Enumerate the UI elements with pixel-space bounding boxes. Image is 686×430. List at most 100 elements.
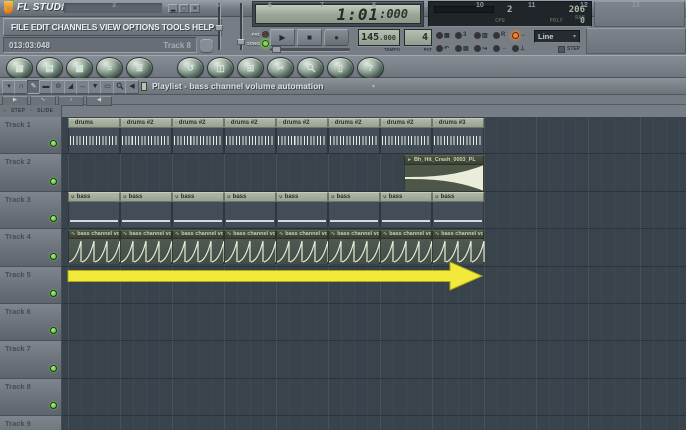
track-header-3[interactable]: Track 3 [0,191,62,230]
close-button[interactable]: ✕ [190,4,200,13]
pattern-clip-drums[interactable]: ▫ drums #2 [224,117,276,153]
step-sequencer-button[interactable]: ▤ [36,57,63,79]
browser-button[interactable]: ≣ [126,57,153,79]
shuffle-toggle[interactable]: ↝ [474,42,493,54]
countdown-toggle[interactable]: 3 [455,29,474,41]
track-header-4[interactable]: Track 4 [0,229,62,267]
follow-playback-toggle[interactable]: → [493,42,512,54]
track-led[interactable] [50,402,57,410]
song-mode[interactable]: SONG [247,40,269,47]
step-edit-toggle[interactable]: ↶ [436,42,455,54]
track-header-8[interactable]: Track 8 [0,378,62,417]
automation-clip-bass-volume[interactable]: ∿ bass channel vo... [120,229,173,265]
punch-toggle[interactable]: ⊥ [512,42,531,54]
playlist-grid[interactable]: ▫ drums ▫ drums #2 ▫ drums #2 ▫ drums #2 ▫ drums … [62,117,686,430]
automation-clip-bass-volume[interactable]: ∿ bass channel vo... [68,229,121,265]
snap-selector[interactable]: Line ▾ [534,30,580,43]
shuffle-handle[interactable] [272,46,281,53]
pattern-clip-bass[interactable]: ∪ bass [432,192,484,228]
track-led[interactable] [50,215,57,223]
save-button[interactable]: ◫ [207,57,234,79]
pattern-clip-drums[interactable]: ▫ drums #2 [172,117,224,153]
automation-clip-bass-volume[interactable]: ∿ bass channel vo... [224,229,277,265]
menu-view[interactable]: VIEW [99,22,120,32]
pat-mode[interactable]: PAT [252,31,269,38]
track-header-7[interactable]: Track 7 [0,341,62,379]
time-display-panel[interactable]: 1:01 :000 [252,1,424,27]
pattern-clip-drums[interactable]: ▫ drums #2 [120,117,172,153]
play-button[interactable]: ▶ [270,29,295,46]
multilink-toggle[interactable]: ▤ [455,42,474,54]
playlist-button[interactable]: ▦ [6,57,33,79]
pattern-clip-bass[interactable]: ∪ bass [380,192,432,228]
mixer-button[interactable]: ≡ [96,57,123,79]
pattern-clip-drums[interactable]: ▫ drums [68,117,120,153]
pattern-clip-bass[interactable]: ∪ bass [224,192,276,228]
slider-handle[interactable] [215,25,223,31]
track-name: Track 7 [5,344,31,354]
mode-switch[interactable]: PAT SONG [247,30,269,52]
typing-to-piano-toggle[interactable]: ▦ [436,29,455,41]
recording-toggle[interactable]: ↔ [512,29,531,41]
tempo-display[interactable]: 145 .000 [358,29,400,46]
menu-channels[interactable]: CHANNELS [52,22,98,32]
notes-button[interactable]: ▯ [327,57,354,79]
cut-button[interactable]: ✂ [267,57,294,79]
track-header-6[interactable]: Track 6 [0,304,62,342]
slide-toggle[interactable]: SLIDE [37,108,53,114]
pattern-clip-drums[interactable]: ▫ drums #2 [328,117,380,153]
pattern-clip-bass[interactable]: ∪ bass [120,192,172,228]
stop-button[interactable]: ■ [297,29,322,46]
audio-clip-crash[interactable]: ► Bh_Hit_Crash_0003_PL [404,155,484,192]
metronome-toggle[interactable]: ▥ [474,29,493,41]
slider-handle[interactable] [237,39,245,45]
wait-for-input-toggle[interactable]: R [493,29,512,41]
menu-tools[interactable]: TOOLS [162,22,190,32]
automation-clip-bass-volume[interactable]: ∿ bass channel vo... [380,229,433,265]
automation-clip-bass-volume[interactable]: ∿ bass channel vo... [172,229,225,265]
hint-panel-button[interactable] [200,39,213,52]
step-recording-badge[interactable]: STEP [540,45,580,53]
maximize-button[interactable]: ▢ [179,4,189,13]
pattern-display[interactable]: 4 [404,29,432,46]
track-led[interactable] [50,364,57,372]
track-header-9[interactable]: Track 9 [0,416,62,430]
track-header-2[interactable]: Track 2 [0,154,62,192]
track-led[interactable] [50,177,57,185]
zoom-button[interactable] [297,57,324,79]
track-led[interactable] [50,252,57,260]
track-led[interactable] [50,140,57,148]
playlist-menu-caret-icon[interactable]: ▾ [372,83,375,90]
pattern-clip-bass[interactable]: ∪ bass [328,192,380,228]
help-button[interactable]: ? [357,57,384,79]
undo-button[interactable]: ↺ [177,57,204,79]
pattern-clip-drums[interactable]: ▫ drums #2 [276,117,328,153]
minimize-button[interactable]: ▂ [168,4,178,13]
master-pitch-slider[interactable] [237,1,245,53]
track-header-5[interactable]: Track 5 [0,266,62,304]
rewind-button[interactable]: ◀ [86,96,112,106]
export-button[interactable]: ⊞ [237,57,264,79]
playlist-title-bar[interactable]: Playlist - bass channel volume automatio… [0,78,686,95]
track-led[interactable] [50,327,57,335]
playback-tool[interactable]: ◀ [125,80,139,94]
shuffle-slider[interactable] [270,46,350,53]
time-display[interactable]: 1:01 :000 [255,4,421,24]
step-toggle[interactable]: STEP [11,108,25,114]
track-header-1[interactable]: Track 1 [0,117,62,155]
menu-file[interactable]: FILE [11,22,29,32]
automation-clip-bass-volume[interactable]: ∿ bass channel vo... [328,229,381,265]
piano-roll-button[interactable]: ▩ [66,57,93,79]
record-button[interactable]: ● [324,29,349,46]
pattern-clip-drums[interactable]: ▫ drums #3 [432,117,484,153]
pattern-clip-bass[interactable]: ∪ bass [276,192,328,228]
menu-options[interactable]: OPTIONS [123,22,160,32]
pattern-clip-bass[interactable]: ∪ bass [172,192,224,228]
menu-edit[interactable]: EDIT [31,22,50,32]
pattern-clip-drums[interactable]: ▫ drums #2 [380,117,432,153]
pattern-clip-bass[interactable]: ∪ bass [68,192,120,228]
track-led[interactable] [50,289,57,297]
menu-help[interactable]: HELP [192,22,214,32]
automation-clip-bass-volume[interactable]: ∿ bass channel vo... [276,229,329,265]
automation-clip-bass-volume[interactable]: ∿ bass channel vo... [432,229,485,265]
